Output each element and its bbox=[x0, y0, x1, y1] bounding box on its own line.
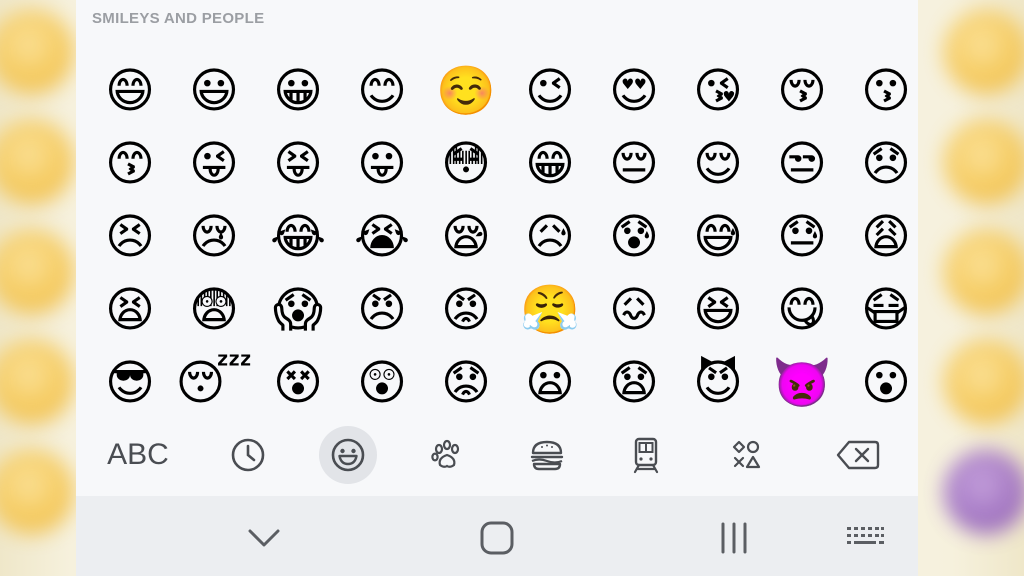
emoji-key[interactable]: 😫 bbox=[100, 280, 160, 340]
smiley-icon bbox=[331, 438, 365, 472]
emoji-key[interactable]: 😋 bbox=[772, 280, 832, 340]
symbols-category-button[interactable] bbox=[717, 426, 775, 484]
emoji-key[interactable]: 😃 bbox=[184, 61, 244, 121]
travel-category-button[interactable] bbox=[617, 426, 675, 484]
chevron-down-icon bbox=[248, 529, 280, 547]
emoji-key[interactable]: 😨 bbox=[184, 280, 244, 340]
emoji-key[interactable]: 😮 bbox=[856, 353, 916, 413]
emoji-key[interactable]: 😓 bbox=[772, 207, 832, 267]
emoji-key[interactable]: 😝 bbox=[268, 134, 328, 194]
emoji-key[interactable]: 😂 bbox=[268, 207, 328, 267]
emoji-key[interactable]: 😆 bbox=[688, 280, 748, 340]
emoji-key[interactable]: 😣 bbox=[100, 207, 160, 267]
smileys-category-button[interactable] bbox=[319, 426, 377, 484]
recent-category-button[interactable] bbox=[219, 426, 277, 484]
system-navigation-bar bbox=[76, 496, 918, 576]
emoji-key[interactable]: 😙 bbox=[100, 134, 160, 194]
emoji-key[interactable]: 😪 bbox=[436, 207, 496, 267]
emoji-key[interactable]: 😎 bbox=[100, 353, 160, 413]
emoji-key[interactable]: 😱 bbox=[268, 280, 328, 340]
emoji-key[interactable]: 😔 bbox=[604, 134, 664, 194]
emoji-key[interactable]: 😗 bbox=[856, 61, 916, 121]
emoji-grid: 😄 😃 😀 😊 ☺️ 😉 😍 😘 😚 😗 😙 😜 😝 😛 😳 😁 😔 😌 😒 😞 😣 😢 😂 😭 😪 😥 😰 😅 😓 😩 😫 😨 😱 😠 😡 😤 😖 😆 😋… bbox=[88, 54, 911, 419]
emoji-key[interactable]: ☺️ bbox=[436, 61, 496, 121]
emoji-key[interactable]: 😈 bbox=[688, 353, 748, 413]
backspace-button[interactable] bbox=[829, 426, 887, 484]
symbols-icon bbox=[732, 440, 761, 469]
recents-button[interactable] bbox=[704, 508, 764, 568]
emoji-key[interactable]: 😭 bbox=[352, 207, 412, 267]
emoji-key[interactable]: 👿 bbox=[772, 353, 832, 413]
emoji-keyboard-panel: SMILEYS AND PEOPLE 😄 😃 😀 😊 ☺️ 😉 😍 😘 😚 😗 😙 😜 😝 😛 😳 😁 😔 😌 😒 😞… bbox=[76, 0, 918, 576]
emoji-key[interactable]: 😒 bbox=[772, 134, 832, 194]
emoji-key[interactable]: 😰 bbox=[604, 207, 664, 267]
emoji-key[interactable]: 😁 bbox=[520, 134, 580, 194]
emoji-key[interactable]: 😠 bbox=[352, 280, 412, 340]
emoji-key[interactable]: 😵 bbox=[268, 353, 328, 413]
emoji-key[interactable]: 😜 bbox=[184, 134, 244, 194]
emoji-key[interactable]: 😄 bbox=[100, 61, 160, 121]
emoji-key[interactable]: 😲 bbox=[352, 353, 412, 413]
emoji-key[interactable]: 😩 bbox=[856, 207, 916, 267]
emoji-key[interactable]: 😛 bbox=[352, 134, 412, 194]
emoji-key[interactable]: 😷 bbox=[856, 280, 916, 340]
emoji-key[interactable]: 😊 bbox=[352, 61, 412, 121]
home-icon bbox=[480, 521, 514, 555]
emoji-key[interactable]: 😤 bbox=[520, 280, 580, 340]
emoji-key[interactable]: 😳 bbox=[436, 134, 496, 194]
emoji-key[interactable]: 😅 bbox=[688, 207, 748, 267]
emoji-key[interactable]: 😥 bbox=[520, 207, 580, 267]
emoji-key[interactable]: 😟 bbox=[436, 353, 496, 413]
home-button[interactable] bbox=[467, 508, 527, 568]
emoji-key[interactable]: 😢 bbox=[184, 207, 244, 267]
hide-keyboard-button[interactable] bbox=[234, 508, 294, 568]
emoji-key[interactable]: 😖 bbox=[604, 280, 664, 340]
section-title: SMILEYS AND PEOPLE bbox=[92, 10, 265, 27]
emoji-key[interactable]: 😧 bbox=[604, 353, 664, 413]
blurred-emoji-column-right bbox=[934, 0, 1024, 576]
emoji-key[interactable]: 😌 bbox=[688, 134, 748, 194]
emoji-key[interactable]: 😉 bbox=[520, 61, 580, 121]
emoji-key[interactable]: 😀 bbox=[268, 61, 328, 121]
emoji-key[interactable]: 😍 bbox=[604, 61, 664, 121]
emoji-key[interactable]: 😚 bbox=[772, 61, 832, 121]
paw-icon bbox=[431, 439, 460, 468]
emoji-key[interactable]: 😦 bbox=[520, 353, 580, 413]
clock-icon bbox=[231, 438, 265, 472]
train-icon bbox=[633, 437, 659, 474]
keyboard-icon bbox=[847, 527, 884, 544]
keyboard-switch-button[interactable] bbox=[835, 508, 895, 568]
emoji-category-toolbar: ABC bbox=[76, 420, 918, 490]
abc-button[interactable]: ABC bbox=[88, 426, 188, 484]
food-category-button[interactable] bbox=[518, 426, 576, 484]
animals-category-button[interactable] bbox=[418, 426, 476, 484]
backspace-icon bbox=[836, 440, 880, 470]
burger-icon bbox=[530, 440, 564, 471]
emoji-key[interactable]: 😡 bbox=[436, 280, 496, 340]
recents-icon bbox=[721, 522, 747, 554]
emoji-key[interactable]: 😞 bbox=[856, 134, 916, 194]
emoji-key[interactable]: 😘 bbox=[688, 61, 748, 121]
emoji-key[interactable]: 😴 bbox=[176, 353, 253, 413]
